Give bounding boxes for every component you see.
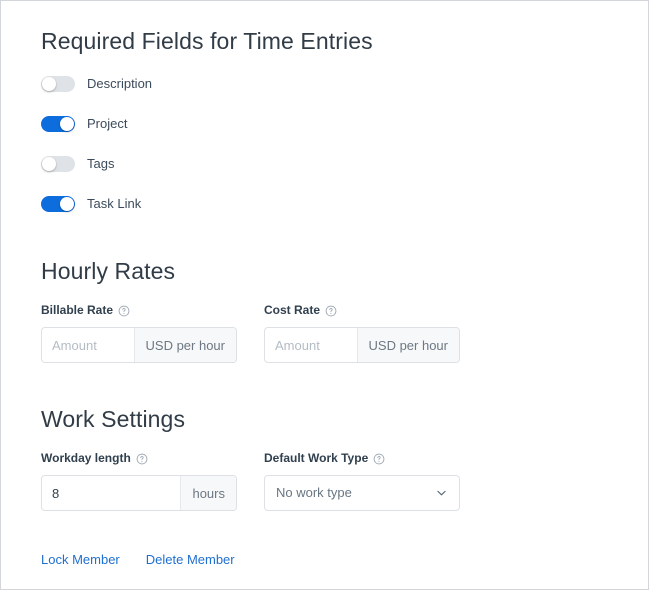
billable-rate-input-group[interactable]: USD per hour	[41, 327, 237, 363]
help-circle-icon[interactable]	[118, 305, 130, 317]
toggle-switch-task-link[interactable]	[41, 196, 75, 212]
toggle-switch-tags[interactable]	[41, 156, 75, 172]
default-work-type-label: Default Work Type	[264, 451, 369, 465]
cost-rate-addon: USD per hour	[356, 328, 459, 362]
workday-length-label-row: Workday length	[41, 451, 237, 466]
toggle-knob	[60, 197, 74, 211]
required-fields-section: Required Fields for Time Entries Descrip…	[41, 27, 608, 214]
cost-rate-field: Cost Rate USD per hour	[264, 303, 460, 363]
billable-rate-addon: USD per hour	[133, 328, 236, 362]
workday-length-field: Workday length hours	[41, 451, 237, 511]
default-work-type-field: Default Work Type No work type	[264, 451, 460, 511]
required-fields-heading: Required Fields for Time Entries	[41, 28, 373, 54]
toggle-switch-project[interactable]	[41, 116, 75, 132]
toggle-row-description[interactable]: Description	[41, 74, 608, 94]
help-circle-icon[interactable]	[136, 453, 148, 465]
cost-rate-label-row: Cost Rate	[264, 303, 460, 318]
cost-rate-input-group[interactable]: USD per hour	[264, 327, 460, 363]
toggle-label-tags: Tags	[87, 156, 115, 171]
work-settings-fields: Workday length hours	[41, 451, 608, 511]
billable-rate-field: Billable Rate USD per hour	[41, 303, 237, 363]
toggle-knob	[42, 77, 56, 91]
workday-length-label: Workday length	[41, 451, 131, 465]
default-work-type-label-row: Default Work Type	[264, 451, 460, 466]
workday-length-addon: hours	[180, 476, 236, 510]
required-fields-toggle-list: Description Project Tags Task Link	[41, 74, 608, 214]
toggle-label-description: Description	[87, 76, 153, 91]
settings-content: Required Fields for Time Entries Descrip…	[1, 1, 648, 568]
footer-actions: Lock Member Delete Member	[41, 552, 608, 568]
toggle-knob	[42, 157, 56, 171]
hourly-rates-fields: Billable Rate USD per hour	[41, 303, 608, 363]
help-circle-icon[interactable]	[373, 453, 385, 465]
toggle-switch-description[interactable]	[41, 76, 75, 92]
chevron-down-icon[interactable]	[435, 487, 448, 500]
workday-length-input-group[interactable]: hours	[41, 475, 237, 511]
hourly-rates-section: Hourly Rates Billable Rate Amount USD pe…	[41, 257, 608, 363]
work-settings-heading: Work Settings	[41, 406, 186, 432]
default-work-type-value: No work type	[276, 485, 352, 500]
toggle-row-tags[interactable]: Tags	[41, 154, 608, 174]
toggle-row-project[interactable]: Project	[41, 114, 608, 134]
help-circle-icon[interactable]	[325, 305, 337, 317]
toggle-knob	[60, 117, 74, 131]
hourly-rates-heading: Hourly Rates	[41, 258, 176, 284]
billable-rate-input[interactable]	[42, 328, 134, 362]
work-settings-section: Work Settings Workday length 8 hours Def…	[41, 405, 608, 511]
billable-rate-label-row: Billable Rate	[41, 303, 237, 318]
workday-length-input[interactable]	[42, 476, 181, 510]
lock-member-link[interactable]: Lock Member	[41, 552, 120, 568]
toggle-row-task-link[interactable]: Task Link	[41, 194, 608, 214]
toggle-label-project: Project	[87, 116, 128, 131]
delete-member-link[interactable]: Delete Member	[146, 552, 235, 568]
default-work-type-select[interactable]: No work type	[264, 475, 460, 511]
member-settings-panel: Required Fields for Time Entries Descrip…	[0, 0, 649, 590]
billable-rate-label: Billable Rate	[41, 303, 114, 317]
cost-rate-input[interactable]	[265, 328, 357, 362]
toggle-label-task-link: Task Link	[87, 196, 142, 211]
cost-rate-label: Cost Rate	[264, 303, 321, 317]
